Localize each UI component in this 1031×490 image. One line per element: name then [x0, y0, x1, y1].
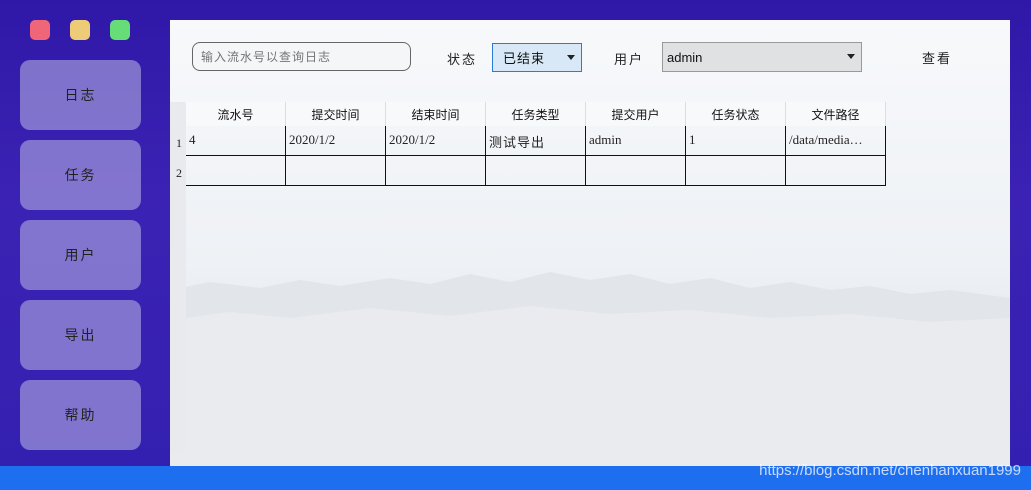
main-panel: 状态 已结束 用户 admin 查看 1 2 流水号 提交时间 结束时间 任务类… [170, 20, 1010, 468]
sidebar-item-export[interactable]: 导出 [20, 300, 141, 370]
view-button[interactable]: 查看 [912, 46, 962, 68]
table-cell[interactable] [386, 156, 486, 186]
row-number[interactable]: 2 [176, 166, 182, 181]
table-cell[interactable]: 1 [686, 126, 786, 156]
row-number[interactable]: 1 [176, 136, 182, 151]
table-cell[interactable] [186, 156, 286, 186]
column-header-file-path[interactable]: 文件路径 [786, 102, 886, 126]
column-header-end-time[interactable]: 结束时间 [386, 102, 486, 126]
user-label: 用户 [614, 53, 645, 68]
column-header-task-status[interactable]: 任务状态 [686, 102, 786, 126]
column-header-submit-time[interactable]: 提交时间 [286, 102, 386, 126]
table-cell[interactable]: /data/media… [786, 126, 886, 156]
sidebar-item-label: 用户 [64, 248, 97, 264]
chevron-down-icon [567, 55, 575, 60]
watermark: https://blog.csdn.net/chenhanxuan1999 [759, 462, 1021, 479]
status-select-value: 已结束 [503, 52, 546, 67]
mountain-background [170, 272, 1010, 468]
view-button-label: 查看 [921, 51, 952, 67]
user-select[interactable]: admin [662, 42, 862, 72]
table-cell[interactable]: 4 [186, 126, 286, 156]
table-cell[interactable] [686, 156, 786, 186]
table-cell[interactable] [586, 156, 686, 186]
sidebar-item-user[interactable]: 用户 [20, 220, 141, 290]
table-row[interactable]: 4 2020/1/2 2020/1/2 测试导出 admin 1 /data/m… [186, 126, 886, 156]
minimize-window-button[interactable] [70, 20, 90, 40]
table-cell[interactable]: 2020/1/2 [386, 126, 486, 156]
serial-search-input[interactable] [192, 42, 411, 71]
table-cell[interactable]: 测试导出 [486, 126, 586, 156]
column-header-task-type[interactable]: 任务类型 [486, 102, 586, 126]
status-select[interactable]: 已结束 [492, 43, 582, 72]
table-cell[interactable] [486, 156, 586, 186]
table-cell[interactable] [286, 156, 386, 186]
table-header: 流水号 提交时间 结束时间 任务类型 提交用户 任务状态 文件路径 [186, 102, 886, 126]
maximize-window-button[interactable] [110, 20, 130, 40]
table-cell[interactable]: admin [586, 126, 686, 156]
chevron-down-icon [847, 54, 855, 59]
user-select-value: admin [667, 49, 703, 65]
sidebar-item-label: 帮助 [64, 408, 97, 424]
close-window-button[interactable] [30, 20, 50, 40]
sidebar-item-label: 导出 [64, 328, 97, 344]
status-label: 状态 [447, 53, 478, 68]
table-row[interactable] [186, 156, 886, 186]
column-header-submit-user[interactable]: 提交用户 [586, 102, 686, 126]
log-table: 流水号 提交时间 结束时间 任务类型 提交用户 任务状态 文件路径 4 2020… [186, 102, 886, 186]
table-cell[interactable]: 2020/1/2 [286, 126, 386, 156]
sidebar-item-label: 日志 [64, 88, 97, 104]
sidebar-item-task[interactable]: 任务 [20, 140, 141, 210]
row-header: 1 2 [170, 102, 186, 452]
table-cell[interactable] [786, 156, 886, 186]
sidebar-item-help[interactable]: 帮助 [20, 380, 141, 450]
column-header-serial[interactable]: 流水号 [186, 102, 286, 126]
sidebar-item-label: 任务 [64, 168, 97, 184]
sidebar-item-log[interactable]: 日志 [20, 60, 141, 130]
